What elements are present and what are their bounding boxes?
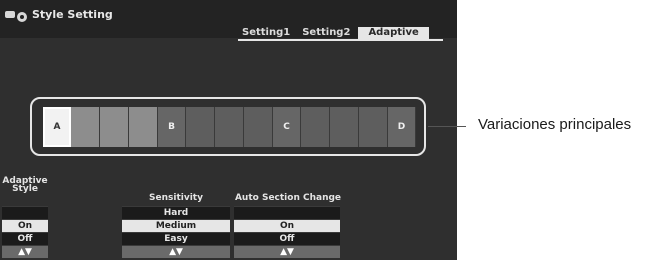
auto-section-change-option-on[interactable]: On bbox=[234, 219, 340, 232]
adaptive-style-option-on[interactable]: On bbox=[2, 219, 48, 232]
variation-segment bbox=[215, 107, 244, 147]
variation-strip: A B C D bbox=[43, 107, 417, 147]
sensitivity-selector[interactable]: Hard Medium Easy ▲▼ bbox=[122, 206, 230, 258]
sensitivity-option-medium[interactable]: Medium bbox=[122, 219, 230, 232]
style-setting-icon bbox=[5, 11, 27, 22]
lcd-screen: Style Setting Setting1 Setting2 Adaptive… bbox=[0, 0, 457, 260]
sensitivity-arrows[interactable]: ▲▼ bbox=[122, 245, 230, 258]
auto-section-change-label: Auto Section Change bbox=[234, 193, 342, 203]
adaptive-style-option-off[interactable]: Off bbox=[2, 232, 48, 245]
adaptive-style-blank bbox=[2, 206, 48, 219]
variation-a[interactable]: A bbox=[43, 107, 71, 147]
variation-segment bbox=[186, 107, 215, 147]
tab-underline bbox=[238, 39, 443, 41]
title-bar: Style Setting Setting1 Setting2 Adaptive bbox=[0, 0, 457, 39]
sensitivity-label: Sensitivity bbox=[149, 193, 203, 203]
tab-adaptive[interactable]: Adaptive bbox=[358, 27, 429, 39]
variation-c[interactable]: C bbox=[273, 107, 301, 147]
auto-section-change-blank bbox=[234, 206, 340, 219]
window-title: Style Setting bbox=[32, 8, 113, 21]
sensitivity-option-easy[interactable]: Easy bbox=[122, 232, 230, 245]
variation-segment bbox=[301, 107, 330, 147]
adaptive-style-selector[interactable]: On Off ▲▼ bbox=[2, 206, 48, 258]
variation-b[interactable]: B bbox=[158, 107, 186, 147]
variation-segment bbox=[330, 107, 359, 147]
auto-section-change-option-off[interactable]: Off bbox=[234, 232, 340, 245]
variation-segment bbox=[100, 107, 129, 147]
auto-section-change-arrows[interactable]: ▲▼ bbox=[234, 245, 340, 258]
auto-section-change-selector[interactable]: On Off ▲▼ bbox=[234, 206, 340, 258]
tab-bar: Setting1 Setting2 Adaptive bbox=[236, 27, 429, 39]
tab-setting1[interactable]: Setting1 bbox=[236, 27, 296, 39]
adaptive-style-label: Adaptive Style bbox=[2, 176, 48, 194]
tab-setting2[interactable]: Setting2 bbox=[296, 27, 356, 39]
variation-segment bbox=[244, 107, 273, 147]
callout-label: Variaciones principales bbox=[478, 116, 632, 133]
variation-segment bbox=[359, 107, 388, 147]
callout-line bbox=[428, 126, 466, 127]
variation-segment bbox=[129, 107, 158, 147]
variation-segment bbox=[71, 107, 100, 147]
sensitivity-option-hard[interactable]: Hard bbox=[122, 206, 230, 219]
adaptive-style-arrows[interactable]: ▲▼ bbox=[2, 245, 48, 258]
variation-d[interactable]: D bbox=[388, 107, 416, 147]
